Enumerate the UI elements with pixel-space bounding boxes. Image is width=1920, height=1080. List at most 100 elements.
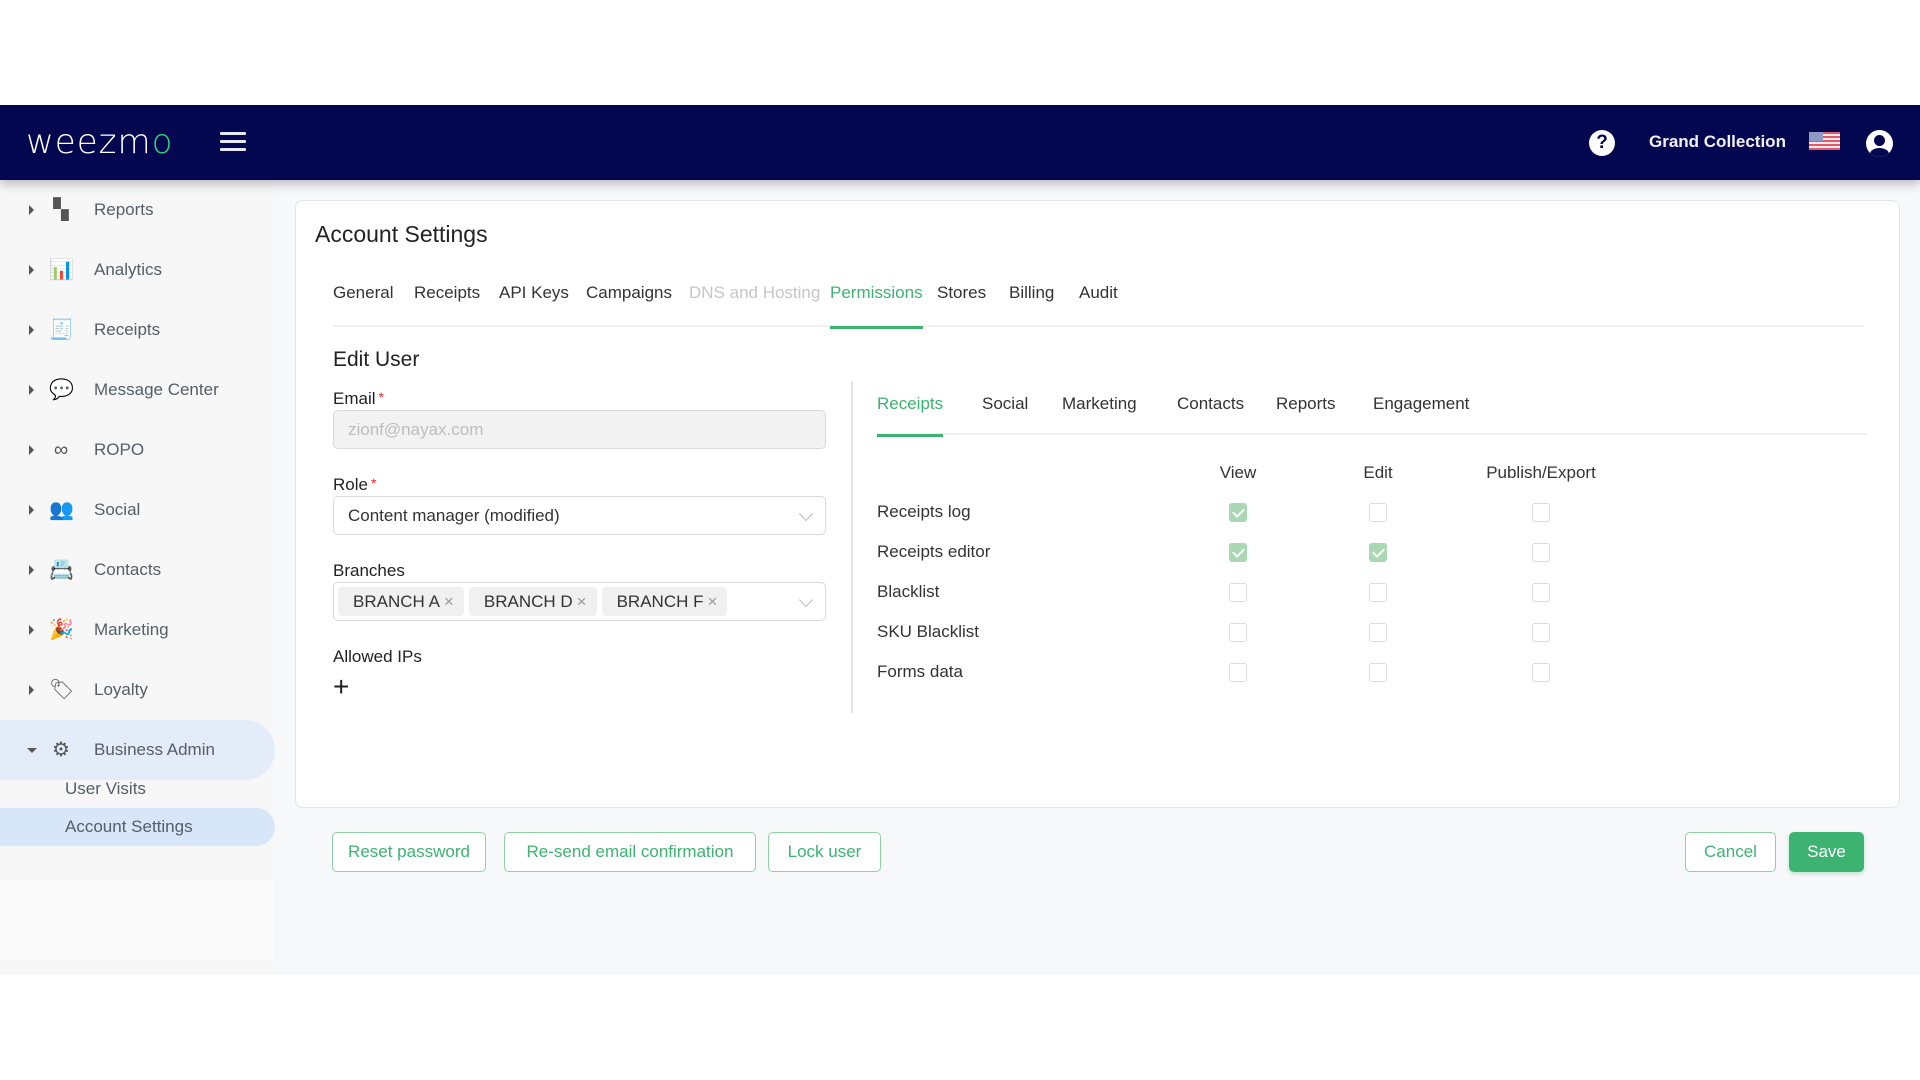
sidebar-item-ropo[interactable]: ∞ ROPO <box>0 420 275 480</box>
permission-checkbox-publish-export[interactable] <box>1532 663 1550 682</box>
account-settings-card: Account Settings General Receipts API Keys… <box>295 200 1900 872</box>
resend-email-confirmation-button[interactable]: Re-send email confirmation <box>504 832 756 872</box>
sidebar-item-contacts[interactable]: 📇 Contacts <box>0 540 275 600</box>
sidebar-item-loyalty[interactable]: 🏷 Loyalty <box>0 660 275 720</box>
email-label-text: Email <box>333 389 376 408</box>
logo-accent: o <box>151 122 174 162</box>
permission-row-label: Blacklist <box>877 582 940 601</box>
branch-tag-label: BRANCH A <box>353 591 440 611</box>
role-select[interactable]: Content manager (modified) <box>333 496 826 535</box>
permission-checkbox-edit[interactable] <box>1369 503 1387 522</box>
remove-tag-icon[interactable]: × <box>577 592 587 612</box>
branch-tag: BRANCH A × <box>338 587 464 616</box>
column-header-view: View <box>1219 463 1257 482</box>
role-label-text: Role <box>333 475 368 494</box>
tab-stores[interactable]: Stores <box>937 283 986 327</box>
required-mark: * <box>378 389 384 405</box>
sidebar-subitem-label: Account Settings <box>65 817 193 836</box>
permission-checkbox-edit[interactable] <box>1369 583 1387 602</box>
permission-checkbox-edit[interactable] <box>1369 663 1387 682</box>
lock-user-button[interactable]: Lock user <box>768 832 881 872</box>
tab-receipts[interactable]: Receipts <box>414 283 480 327</box>
caret-right-icon <box>29 445 34 455</box>
permission-checkbox-edit[interactable] <box>1369 543 1387 562</box>
chat-icon: 💬 <box>49 379 74 401</box>
remove-tag-icon[interactable]: × <box>444 592 454 612</box>
permission-tab-receipts[interactable]: Receipts <box>877 394 944 437</box>
gear-icon: ⚙ <box>52 739 70 761</box>
infinity-icon: ∞ <box>53 439 69 461</box>
people-icon: 👥 <box>49 499 74 521</box>
caret-right-icon <box>29 265 34 275</box>
branch-tag: BRANCH D × <box>468 587 597 616</box>
save-button[interactable]: Save <box>1789 832 1864 872</box>
logo-text: weezm <box>26 122 152 162</box>
permission-tab-social[interactable]: Social <box>982 394 1028 435</box>
permission-tab-contacts[interactable]: Contacts <box>1177 394 1244 435</box>
email-field[interactable]: zionf@nayax.com <box>333 410 826 449</box>
bar-chart-icon: 📊 <box>49 259 74 281</box>
permission-checkbox-publish-export[interactable] <box>1532 583 1550 602</box>
cancel-button[interactable]: Cancel <box>1685 832 1776 872</box>
tab-api-keys[interactable]: API Keys <box>499 283 569 327</box>
sidebar-subitem-user-visits[interactable]: User Visits <box>0 770 275 808</box>
add-ip-button[interactable]: + <box>333 673 349 701</box>
branch-tag-label: BRANCH F <box>616 591 704 611</box>
dashboard-icon: ▚ <box>53 199 69 221</box>
us-flag-icon[interactable] <box>1809 132 1840 150</box>
sidebar-subitem-account-settings[interactable]: Account Settings <box>0 808 275 846</box>
permission-checkbox-view[interactable] <box>1229 663 1247 682</box>
permission-checkbox-view[interactable] <box>1229 623 1247 642</box>
column-header-publish-export: Publish/Export <box>1486 463 1596 482</box>
permission-checkbox-view[interactable] <box>1229 583 1247 602</box>
permission-tab-marketing[interactable]: Marketing <box>1062 394 1137 435</box>
chevron-down-icon <box>798 592 814 608</box>
tab-permissions[interactable]: Permissions <box>830 283 923 329</box>
permission-row-label: Receipts log <box>877 502 971 521</box>
remove-tag-icon[interactable]: × <box>708 592 718 612</box>
sidebar-item-receipts[interactable]: 🧾 Receipts <box>0 300 275 360</box>
sidebar-item-label: Loyalty <box>94 680 148 699</box>
caret-right-icon <box>29 385 34 395</box>
edit-user-title: Edit User <box>333 348 420 371</box>
tab-general[interactable]: General <box>333 283 393 327</box>
sidebar-item-label: Reports <box>94 200 154 219</box>
sidebar-item-label: Receipts <box>94 320 161 339</box>
caret-right-icon <box>29 325 34 335</box>
allowed-ips-label: Allowed IPs <box>333 647 422 666</box>
caret-right-icon <box>29 205 34 215</box>
tab-audit[interactable]: Audit <box>1079 283 1118 327</box>
permission-checkbox-publish-export[interactable] <box>1532 623 1550 642</box>
sidebar-item-message-center[interactable]: 💬 Message Center <box>0 360 275 420</box>
caret-right-icon <box>29 505 34 515</box>
permission-checkbox-view[interactable] <box>1229 543 1247 562</box>
reset-password-button[interactable]: Reset password <box>332 832 486 872</box>
permission-tabs: Receipts Social Marketing Contacts Reports En… <box>877 394 1867 437</box>
column-header-edit: Edit <box>1363 463 1393 482</box>
user-profile-icon[interactable] <box>1866 130 1893 157</box>
permission-tab-engagement[interactable]: Engagement <box>1373 394 1469 435</box>
settings-tabs: General Receipts API Keys Campaigns DNS and … <box>333 283 1864 329</box>
branches-multiselect[interactable]: BRANCH A × BRANCH D × BRANCH F × <box>333 582 826 621</box>
sidebar-item-analytics[interactable]: 📊 Analytics <box>0 240 275 300</box>
sidebar-item-social[interactable]: 👥 Social <box>0 480 275 540</box>
sidebar-item-reports[interactable]: ▚ Reports <box>0 180 275 240</box>
sidebar-item-marketing[interactable]: 🎉 Marketing <box>0 600 275 660</box>
permission-checkbox-publish-export[interactable] <box>1532 503 1550 522</box>
tab-campaigns[interactable]: Campaigns <box>586 283 672 327</box>
permission-checkbox-publish-export[interactable] <box>1532 543 1550 562</box>
caret-down-icon <box>27 747 37 753</box>
chevron-down-icon <box>798 506 814 522</box>
permission-checkbox-edit[interactable] <box>1369 623 1387 642</box>
permission-tab-reports[interactable]: Reports <box>1276 394 1336 435</box>
tab-billing[interactable]: Billing <box>1009 283 1054 327</box>
permission-row-label: Receipts editor <box>877 542 991 561</box>
help-icon[interactable]: ? <box>1589 130 1615 156</box>
contacts-icon: 📇 <box>49 559 74 581</box>
account-name[interactable]: Grand Collection <box>1649 132 1786 152</box>
top-bar: weezmo ? Grand Collection <box>0 105 1920 180</box>
menu-toggle-icon[interactable] <box>220 132 246 152</box>
permission-checkbox-view[interactable] <box>1229 503 1247 522</box>
sidebar-item-label: Analytics <box>94 260 163 279</box>
weezmo-logo[interactable]: weezmo <box>26 125 173 159</box>
